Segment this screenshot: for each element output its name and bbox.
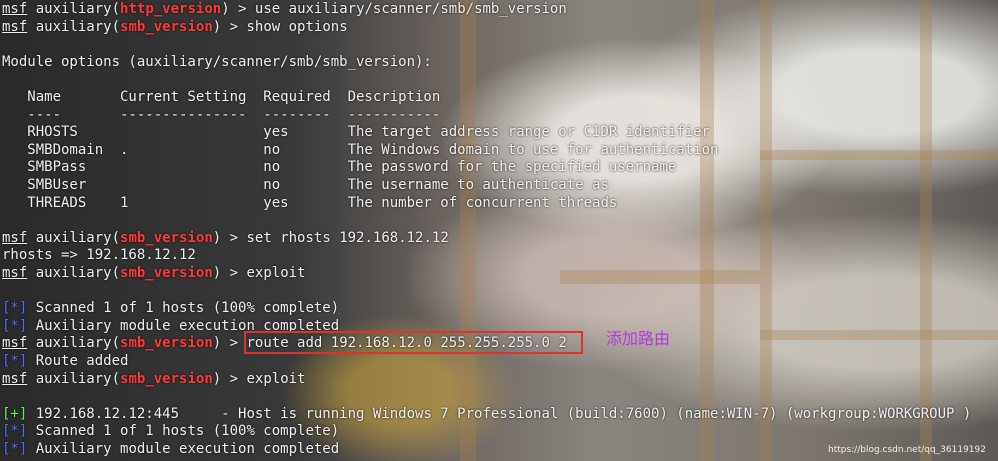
status-info-marker: [*]	[2, 317, 28, 334]
status-line: [*] Route added	[2, 353, 128, 370]
status-success-marker: [+]	[2, 405, 28, 422]
prompt-module-type: auxiliary	[35, 18, 112, 35]
prompt-module-type: auxiliary	[35, 229, 112, 246]
prompt-line: msf auxiliary(smb_version) > show option…	[2, 19, 348, 36]
command-text: set rhosts 192.168.12.12	[246, 229, 449, 246]
output-line: ---- --------------- -------- ----------…	[2, 106, 441, 123]
output-line: THREADS 1 yes The number of concurrent t…	[2, 194, 618, 211]
prompt-paren-close: )	[212, 18, 222, 35]
prompt-prefix: msf	[2, 18, 28, 35]
output-line: SMBUser no The username to authenticate …	[2, 177, 609, 193]
command-text: use auxiliary/scanner/smb/smb_version	[254, 1, 567, 17]
prompt-prefix: msf	[2, 265, 28, 281]
prompt-module-name: smb_version	[120, 265, 213, 281]
prompt-separator: >	[221, 18, 247, 35]
output-line: RHOSTS yes The target address range or C…	[2, 124, 711, 141]
wallpaper-shelf-post	[760, 0, 772, 461]
status-info-marker: [*]	[2, 423, 28, 440]
prompt-line: msf auxiliary(http_version) > use auxili…	[2, 1, 567, 18]
command-text: exploit	[246, 265, 306, 281]
prompt-module-name: smb_version	[120, 229, 213, 246]
prompt-separator: >	[221, 265, 247, 281]
prompt-module-name: smb_version	[120, 18, 213, 35]
output-line: Name Current Setting Required Descriptio…	[2, 89, 441, 105]
prompt-line: msf auxiliary(smb_version) > exploit	[2, 265, 306, 282]
wallpaper-shelf-post	[920, 0, 932, 461]
prompt-prefix: msf	[2, 370, 28, 387]
command-text: show options	[246, 18, 348, 35]
wallpaper-shelf-board	[760, 330, 998, 340]
prompt-paren-open: (	[111, 1, 121, 17]
prompt-paren-close: )	[212, 370, 222, 387]
prompt-prefix: msf	[2, 335, 28, 352]
status-line: [+] 192.168.12.12:445 - Host is running …	[2, 406, 971, 423]
watermark-url: https://blog.csdn.net/qq_36119192	[827, 445, 986, 455]
status-info-marker: [*]	[2, 441, 28, 457]
wallpaper-shelf-post	[700, 0, 714, 461]
wallpaper-shelf-post	[460, 0, 476, 461]
status-line: [*] Scanned 1 of 1 hosts (100% complete)	[2, 300, 339, 317]
prompt-line: msf auxiliary(smb_version) > exploit	[2, 371, 306, 388]
output-line: rhosts => 192.168.12.12	[2, 247, 196, 264]
output-line: SMBDomain . no The Windows domain to use…	[2, 141, 719, 158]
status-text: Route added	[27, 353, 129, 369]
prompt-paren-open: (	[111, 265, 121, 281]
prompt-separator: >	[229, 1, 255, 17]
status-line: [*] Auxiliary module execution completed	[2, 441, 339, 458]
prompt-line: msf auxiliary(smb_version) > set rhosts …	[2, 230, 449, 247]
prompt-paren-close: )	[212, 229, 222, 246]
prompt-prefix: msf	[2, 1, 28, 17]
prompt-module-type: auxiliary	[35, 370, 112, 387]
prompt-paren-close: )	[212, 335, 222, 352]
prompt-module-name: http_version	[120, 1, 222, 17]
status-text: Scanned 1 of 1 hosts (100% complete)	[27, 423, 340, 440]
status-text: Auxiliary module execution completed	[27, 441, 340, 457]
prompt-paren-open: (	[111, 18, 121, 35]
status-info-marker: [*]	[2, 353, 28, 369]
wallpaper-shelf-board	[760, 150, 998, 160]
prompt-paren-close: )	[221, 1, 230, 17]
wallpaper-shelf-board	[560, 270, 760, 284]
status-info-marker: [*]	[2, 300, 28, 317]
route-command-highlight-box	[244, 331, 583, 354]
prompt-separator: >	[221, 335, 247, 352]
output-line: Module options (auxiliary/scanner/smb/sm…	[2, 53, 432, 70]
prompt-module-type: auxiliary	[35, 265, 112, 281]
prompt-module-type: auxiliary	[35, 335, 112, 352]
prompt-paren-open: (	[111, 335, 121, 352]
terminal-window[interactable]: msf auxiliary(http_version) > use auxili…	[0, 0, 998, 461]
prompt-module-name: smb_version	[120, 335, 213, 352]
output-line: SMBPass no The password for the specifie…	[2, 159, 677, 176]
status-text: 192.168.12.12:445 - Host is running Wind…	[27, 405, 972, 422]
status-line: [*] Scanned 1 of 1 hosts (100% complete)	[2, 423, 339, 440]
prompt-separator: >	[221, 229, 247, 246]
prompt-paren-open: (	[111, 229, 121, 246]
status-text: Scanned 1 of 1 hosts (100% complete)	[27, 300, 340, 317]
annotation-label: 添加路由	[606, 329, 671, 348]
prompt-separator: >	[221, 370, 247, 387]
prompt-prefix: msf	[2, 229, 28, 246]
prompt-paren-close: )	[212, 265, 222, 281]
command-text: exploit	[246, 370, 306, 387]
prompt-module-name: smb_version	[120, 370, 213, 387]
prompt-module-type: auxiliary	[35, 1, 112, 17]
prompt-paren-open: (	[111, 370, 121, 387]
